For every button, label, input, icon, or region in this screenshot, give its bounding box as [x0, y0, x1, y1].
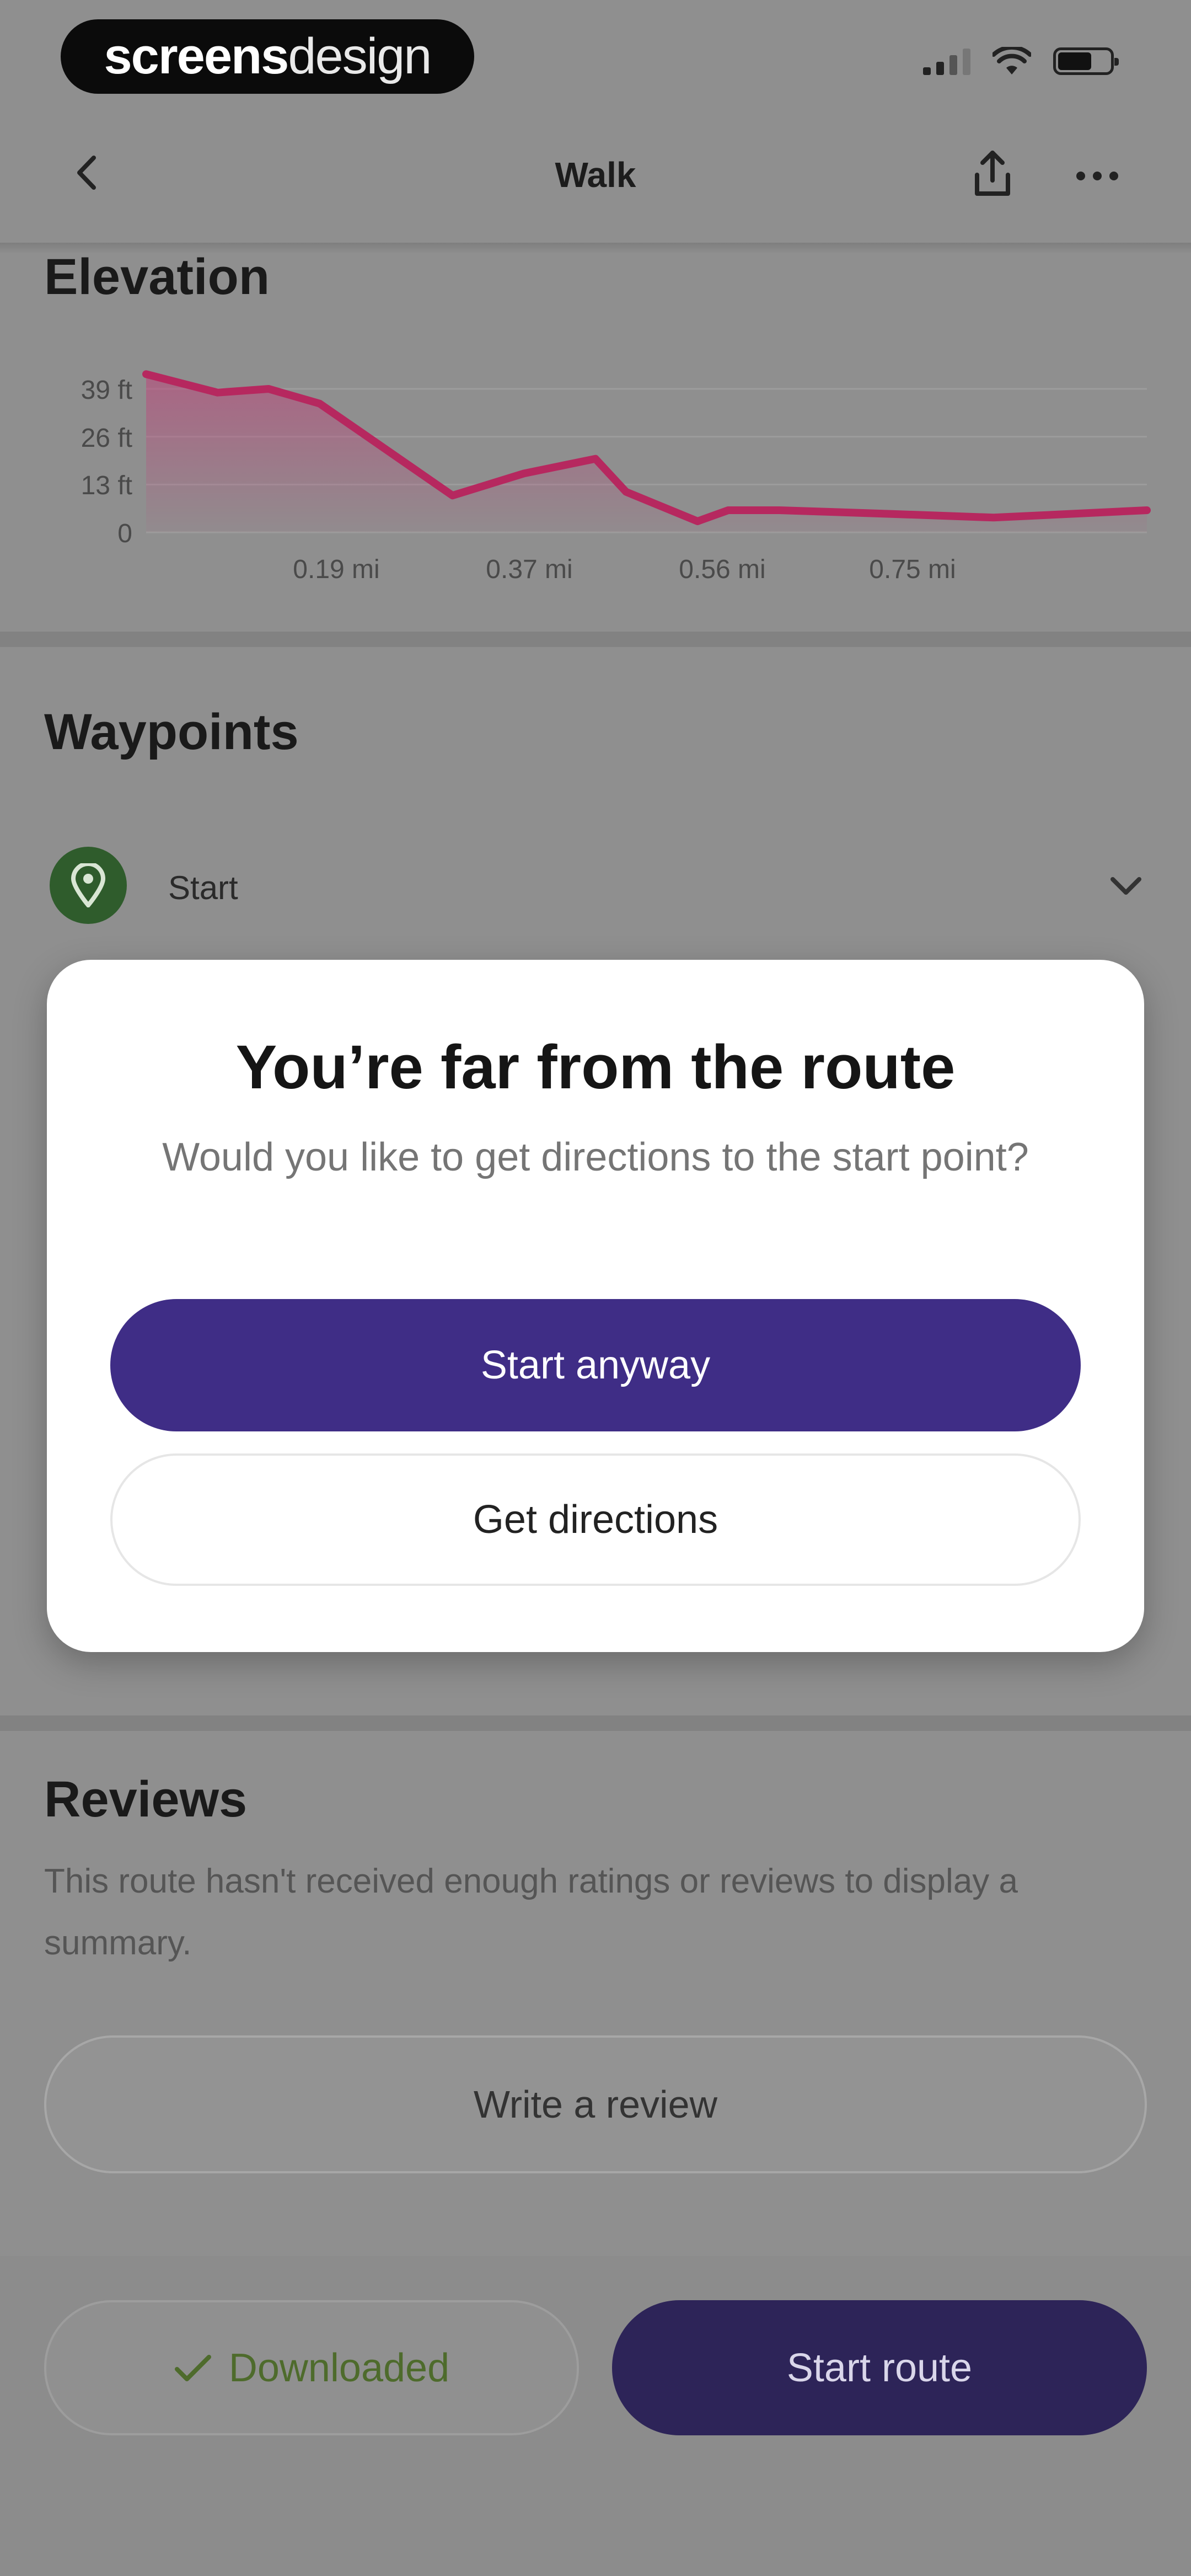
far-from-route-dialog: You’re far from the route Would you like…	[47, 960, 1144, 1652]
waypoints-heading: Waypoints	[44, 704, 299, 760]
x-tick-label: 0.37 mi	[486, 555, 573, 584]
elevation-chart	[142, 370, 1151, 533]
x-tick-label: 0.56 mi	[679, 555, 766, 584]
x-tick-label: 0.75 mi	[869, 555, 956, 584]
downloaded-button[interactable]: Downloaded	[44, 2300, 579, 2435]
map-pin-icon	[71, 863, 106, 907]
downloaded-label: Downloaded	[228, 2345, 450, 2390]
waypoint-label: Start	[168, 869, 238, 906]
section-divider	[0, 632, 1191, 647]
write-review-button[interactable]: Write a review	[44, 2035, 1147, 2173]
reviews-summary-text: This route hasn't received enough rating…	[44, 1862, 1018, 1962]
reviews-heading: Reviews	[44, 1771, 248, 1827]
chevron-down-icon[interactable]	[1108, 866, 1144, 905]
x-tick-label: 0.19 mi	[293, 555, 380, 584]
waypoint-icon	[50, 847, 127, 924]
start-route-button[interactable]: Start route	[612, 2300, 1147, 2435]
dialog-message: Would you like to get directions to the …	[162, 1135, 1029, 1179]
section-divider	[0, 1715, 1191, 1731]
start-anyway-button[interactable]: Start anyway	[110, 1299, 1081, 1431]
get-directions-button[interactable]: Get directions	[110, 1453, 1081, 1586]
check-icon	[174, 2354, 211, 2381]
dialog-title: You’re far from the route	[235, 1033, 956, 1102]
